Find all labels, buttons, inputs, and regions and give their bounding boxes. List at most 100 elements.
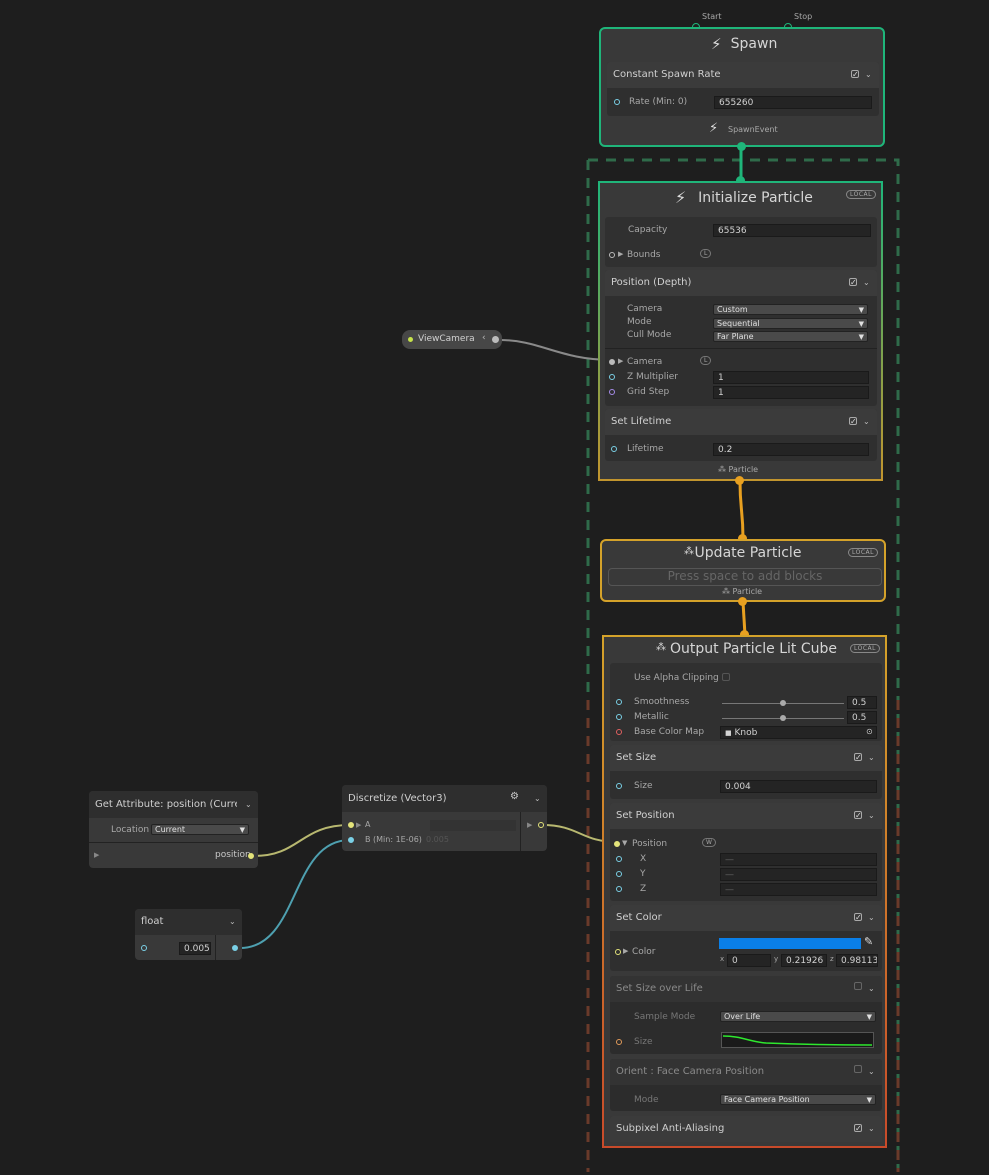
cx-field[interactable]: 0 <box>727 954 771 967</box>
update-output-port[interactable] <box>738 597 747 606</box>
discretize-output-port[interactable] <box>538 822 544 828</box>
enable-checkbox[interactable]: ✓ <box>854 811 862 820</box>
set-lifetime-block[interactable]: Set Lifetime ✓ ⌄ Lifetime 0.2 <box>605 409 877 461</box>
size-port[interactable] <box>616 783 622 789</box>
chevron-down-icon[interactable]: ⌄ <box>245 800 252 809</box>
camera-port[interactable] <box>609 359 615 365</box>
slider-knob[interactable] <box>780 715 786 721</box>
chevron-down-icon[interactable]: ⌄ <box>865 70 872 79</box>
orient-mode-dropdown[interactable]: Face Camera Position ▼ <box>720 1094 876 1105</box>
chevron-down-icon[interactable]: ⌄ <box>863 417 870 426</box>
chevron-down-icon[interactable]: ⌄ <box>868 984 875 993</box>
chevron-down-icon[interactable]: ⌄ <box>868 753 875 762</box>
input-port[interactable] <box>141 945 147 951</box>
set-size-over-life-block[interactable]: Set Size over Life ⌄ Sample Mode Over Li… <box>610 976 882 1054</box>
smoothness-port[interactable] <box>616 699 622 705</box>
metallic-field[interactable]: 0.5 <box>847 711 877 724</box>
local-badge[interactable]: LOCAL <box>848 548 878 557</box>
input-port[interactable] <box>614 99 620 105</box>
z-multiplier-field[interactable]: 1 <box>713 371 869 384</box>
float-output-port[interactable] <box>232 945 238 951</box>
color-swatch[interactable] <box>719 938 861 949</box>
b-input-port[interactable] <box>348 837 354 843</box>
expand-arrow-icon[interactable]: ▶ <box>527 821 532 829</box>
local-badge[interactable]: LOCAL <box>846 190 876 199</box>
chevron-down-icon[interactable]: ⌄ <box>229 917 236 926</box>
set-size-block[interactable]: Set Size ✓ ⌄ Size 0.004 <box>610 745 882 799</box>
base-color-map-field[interactable]: ■ Knob <box>720 726 877 739</box>
rate-field[interactable]: 655260 <box>714 96 872 109</box>
size-curve-editor[interactable] <box>721 1032 874 1048</box>
chevron-down-icon[interactable]: ⌄ <box>868 811 875 820</box>
lifetime-field[interactable]: 0.2 <box>713 443 869 456</box>
orient-block[interactable]: Orient : Face Camera Position ⌄ Mode Fac… <box>610 1059 882 1111</box>
add-blocks-placeholder[interactable]: Press space to add blocks <box>608 568 882 586</box>
capacity-field[interactable]: 65536 <box>713 224 871 237</box>
local-badge[interactable]: LOCAL <box>850 644 880 653</box>
size-field[interactable]: 0.004 <box>720 780 877 793</box>
subpixel-aa-block[interactable]: Subpixel Anti-Aliasing ✓ ⌄ <box>610 1116 882 1142</box>
set-position-block[interactable]: Set Position ✓ ⌄ ▼ Position W X — Y — Z … <box>610 803 882 901</box>
view-camera-node[interactable]: ViewCamera ‹ <box>402 330 502 349</box>
position-port[interactable] <box>614 841 620 847</box>
chevron-down-icon[interactable]: ⌄ <box>868 1124 875 1133</box>
smoothness-field[interactable]: 0.5 <box>847 696 877 709</box>
enable-checkbox[interactable] <box>854 982 862 990</box>
output-particle-lit-cube-context[interactable]: ⁂ Output Particle Lit Cube LOCAL Use Alp… <box>602 635 887 1148</box>
z-multiplier-port[interactable] <box>609 374 615 380</box>
chevron-left-icon[interactable]: ‹ <box>482 333 486 343</box>
a-input-port[interactable] <box>348 822 354 828</box>
float-value-field[interactable]: 0.005 <box>179 942 211 955</box>
enable-checkbox[interactable]: ✓ <box>849 278 857 287</box>
chevron-down-icon[interactable]: ⌄ <box>868 913 875 922</box>
enable-checkbox[interactable] <box>854 1065 862 1073</box>
chevron-down-icon[interactable]: ⌄ <box>863 278 870 287</box>
expand-arrow-icon[interactable]: ▶ <box>618 357 623 365</box>
enable-checkbox[interactable]: ✓ <box>851 70 859 79</box>
expand-arrow-icon[interactable]: ▶ <box>623 947 628 955</box>
expand-arrow-icon[interactable]: ▶ <box>94 851 99 859</box>
spawn-output-port[interactable] <box>737 142 746 151</box>
output-port[interactable] <box>492 336 499 343</box>
eyedropper-icon[interactable]: ✎ <box>864 935 873 948</box>
color-port[interactable] <box>615 949 621 955</box>
initialize-particle-context[interactable]: ⚡ Initialize Particle LOCAL Capacity 655… <box>598 181 883 481</box>
lifetime-port[interactable] <box>611 446 617 452</box>
constant-spawn-rate-block[interactable]: Constant Spawn Rate ✓ ⌄ Rate (Min: 0) 65… <box>607 62 879 116</box>
metallic-port[interactable] <box>616 714 622 720</box>
set-color-block[interactable]: Set Color ✓ ⌄ ▶ Color ✎ x 0 y 0.21926 z … <box>610 905 882 971</box>
size-curve-port[interactable] <box>616 1039 622 1045</box>
cz-field[interactable]: 0.98113 <box>836 954 878 967</box>
enable-checkbox[interactable]: ✓ <box>854 1124 862 1133</box>
collapse-arrow-icon[interactable]: ▼ <box>622 839 627 847</box>
enable-checkbox[interactable]: ✓ <box>854 753 862 762</box>
mode-dropdown[interactable]: Sequential ▼ <box>713 318 868 329</box>
update-particle-context[interactable]: ⁂ Update Particle LOCAL Press space to a… <box>600 539 886 602</box>
chevron-down-icon[interactable]: ⌄ <box>534 794 541 803</box>
y-port[interactable] <box>616 871 622 877</box>
slider-knob[interactable] <box>780 700 786 706</box>
float-node[interactable]: float ⌄ 0.005 <box>135 909 242 960</box>
init-output-port[interactable] <box>735 476 744 485</box>
z-port[interactable] <box>616 886 622 892</box>
position-depth-block[interactable]: Position (Depth) ✓ ⌄ Camera Custom ▼ Mode… <box>605 270 877 406</box>
camera-dropdown[interactable]: Custom ▼ <box>713 304 868 315</box>
sample-mode-dropdown[interactable]: Over Life ▼ <box>720 1011 876 1022</box>
cy-field[interactable]: 0.21926 <box>781 954 827 967</box>
cull-mode-dropdown[interactable]: Far Plane ▼ <box>713 331 868 342</box>
spawn-context[interactable]: ⚡ Spawn Constant Spawn Rate ✓ ⌄ Rate (Mi… <box>599 27 885 147</box>
expand-arrow-icon[interactable]: ▶ <box>356 821 361 829</box>
discretize-node[interactable]: Discretize (Vector3) ⚙ ⌄ ▶ A B (Min: 1E-… <box>342 785 547 851</box>
get-attribute-node[interactable]: Get Attribute: position (Current ⌄ Locat… <box>89 791 258 868</box>
base-color-map-port[interactable] <box>616 729 622 735</box>
gear-icon[interactable]: ⚙ <box>510 791 519 802</box>
grid-step-port[interactable] <box>609 389 615 395</box>
alpha-clipping-checkbox[interactable] <box>722 673 730 681</box>
object-picker-icon[interactable]: ⊙ <box>866 727 873 736</box>
enable-checkbox[interactable]: ✓ <box>849 417 857 426</box>
position-output-port[interactable] <box>248 853 254 859</box>
expand-arrow-icon[interactable]: ▶ <box>618 250 623 258</box>
grid-step-field[interactable]: 1 <box>713 386 869 399</box>
bounds-port[interactable] <box>609 252 615 258</box>
location-dropdown[interactable]: Current ▼ <box>151 824 249 835</box>
